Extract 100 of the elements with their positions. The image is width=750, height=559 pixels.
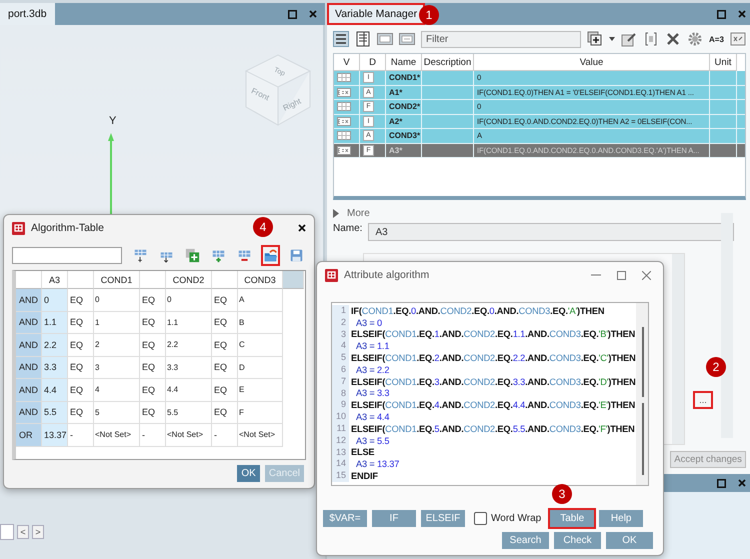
name-cell: COND1*: [386, 71, 422, 84]
maximize-icon[interactable]: [716, 10, 726, 18]
input-field[interactable]: [0, 524, 14, 540]
grid-cell[interactable]: EQ: [68, 334, 94, 356]
grid-cell[interactable]: EQ: [212, 334, 238, 356]
nav-button[interactable]: >: [32, 525, 44, 539]
formula-icon: [337, 116, 351, 126]
variable-manager-tab[interactable]: Variable Manager: [327, 3, 426, 25]
edit-icon[interactable]: [621, 31, 637, 47]
close-icon[interactable]: [738, 10, 746, 18]
grid-cell[interactable]: EQ: [140, 356, 166, 379]
maximize-icon[interactable]: [716, 478, 726, 488]
filter-field[interactable]: Filter: [421, 30, 581, 48]
grid-cell[interactable]: EQ: [140, 312, 166, 334]
grid-cell[interactable]: EQ: [68, 312, 94, 334]
grid-cell[interactable]: F: [238, 402, 283, 424]
grid-cell[interactable]: 3: [94, 356, 140, 379]
grid-cell[interactable]: EQ: [212, 402, 238, 424]
value-filter-icon[interactable]: [377, 31, 393, 47]
expand-icon[interactable]: [333, 209, 339, 218]
grid-cell[interactable]: EQ: [140, 402, 166, 424]
grid-cell[interactable]: AND: [16, 334, 42, 356]
grid-cell[interactable]: 1.1: [42, 312, 68, 334]
grid-cell[interactable]: 0: [166, 289, 212, 312]
grid-cell[interactable]: EQ: [140, 289, 166, 312]
ok-button[interactable]: OK: [237, 465, 260, 482]
grid-cell[interactable]: EQ: [212, 289, 238, 312]
grid-cell[interactable]: E: [238, 379, 283, 402]
open-icon[interactable]: [261, 244, 280, 266]
grid-cell[interactable]: A: [238, 289, 283, 312]
list-view-icon[interactable]: [355, 31, 371, 47]
grid-cell[interactable]: <Not Set>: [166, 424, 212, 446]
variables-icon[interactable]: [730, 31, 746, 47]
scrollbar[interactable]: [721, 213, 733, 438]
name-field[interactable]: A3: [368, 223, 734, 241]
grid-cell[interactable]: EQ: [140, 379, 166, 402]
grid-cell[interactable]: AND: [16, 402, 42, 424]
grid-cell[interactable]: 5: [94, 402, 140, 424]
grid-cell[interactable]: <Not Set>: [238, 424, 283, 446]
checkbox[interactable]: [474, 512, 487, 525]
checkbox-label[interactable]: Word Wrap: [491, 513, 542, 524]
grid-cell[interactable]: 2.2: [166, 334, 212, 356]
close-icon[interactable]: [309, 10, 317, 18]
add-icon[interactable]: [587, 31, 603, 47]
grid-cell[interactable]: 5.5: [166, 402, 212, 424]
rows-view-icon[interactable]: [333, 31, 349, 47]
code-editor[interactable]: [331, 302, 649, 486]
formula-filter-icon[interactable]: [399, 31, 415, 47]
gear-icon[interactable]: [687, 31, 703, 47]
grid-cell[interactable]: -: [212, 424, 238, 446]
grid-cell[interactable]: AND: [16, 289, 42, 312]
grid-cell[interactable]: 4.4: [166, 379, 212, 402]
close-icon[interactable]: [738, 479, 746, 487]
grid-cell[interactable]: EQ: [68, 379, 94, 402]
grid-cell[interactable]: 3.3: [42, 356, 68, 379]
grid-cell[interactable]: AND: [16, 356, 42, 379]
maximize-icon[interactable]: [288, 10, 297, 18]
grid-cell[interactable]: EQ: [212, 356, 238, 379]
ellipsis-button[interactable]: ...: [693, 391, 713, 409]
close-icon[interactable]: [298, 224, 306, 232]
column-header[interactable]: COND2: [166, 271, 212, 289]
more-label[interactable]: More: [347, 208, 370, 219]
grid-cell[interactable]: 4.4: [42, 379, 68, 402]
grid-cell[interactable]: D: [238, 356, 283, 379]
grid-cell[interactable]: 1: [94, 312, 140, 334]
grid-cell[interactable]: -: [140, 424, 166, 446]
grid-cell[interactable]: 0: [94, 289, 140, 312]
grid-cell[interactable]: 0: [42, 289, 68, 312]
viewport-tab[interactable]: port.3db: [0, 3, 55, 25]
grid-cell[interactable]: AND: [16, 312, 42, 334]
column-header[interactable]: COND1: [94, 271, 140, 289]
grid-cell[interactable]: 5.5: [42, 402, 68, 424]
minimize-icon[interactable]: [591, 274, 601, 276]
grid-cell[interactable]: AND: [16, 379, 42, 402]
delete-icon[interactable]: [665, 31, 681, 47]
maximize-icon[interactable]: [617, 270, 626, 280]
grid-cell[interactable]: -: [68, 424, 94, 446]
grid-cell[interactable]: EQ: [68, 402, 94, 424]
formula-tool[interactable]: A=3: [709, 34, 724, 44]
bracket-icon[interactable]: [643, 31, 659, 47]
scrollbar[interactable]: [636, 303, 648, 485]
grid-cell[interactable]: 4: [94, 379, 140, 402]
grid-cell[interactable]: EQ: [140, 334, 166, 356]
grid-cell[interactable]: EQ: [68, 289, 94, 312]
grid-cell[interactable]: <Not Set>: [94, 424, 140, 446]
grid-cell[interactable]: B: [238, 312, 283, 334]
line-number: 4: [332, 340, 349, 352]
caret-icon[interactable]: [609, 37, 615, 41]
grid-cell[interactable]: 3.3: [166, 356, 212, 379]
grid-cell[interactable]: EQ: [68, 356, 94, 379]
grid-cell[interactable]: EQ: [212, 312, 238, 334]
grid-cell[interactable]: 2: [94, 334, 140, 356]
input-field[interactable]: [12, 246, 122, 264]
grid-cell[interactable]: C: [238, 334, 283, 356]
grid-cell[interactable]: OR: [16, 424, 42, 446]
nav-button[interactable]: <: [17, 525, 29, 539]
grid-cell[interactable]: 1.1: [166, 312, 212, 334]
grid-cell[interactable]: 13.37: [42, 424, 68, 446]
grid-cell[interactable]: EQ: [212, 379, 238, 402]
grid-cell[interactable]: 2.2: [42, 334, 68, 356]
